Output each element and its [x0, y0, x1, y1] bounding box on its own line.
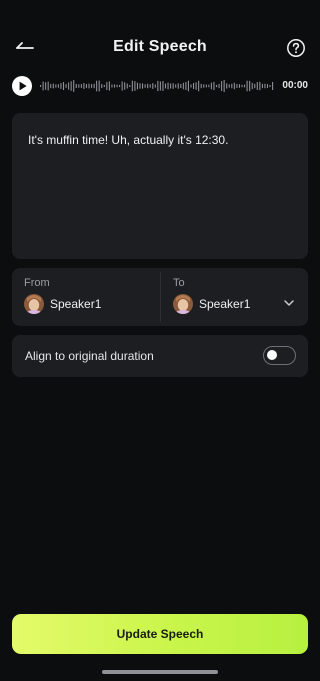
update-speech-button[interactable]: Update Speech	[12, 614, 308, 654]
chevron-down-icon[interactable]	[282, 296, 296, 310]
to-speaker-dropdown[interactable]: To Speaker1	[161, 268, 308, 326]
to-speaker-name: Speaker1	[199, 297, 251, 311]
home-indicator	[102, 670, 218, 674]
to-speaker: Speaker1	[173, 293, 250, 315]
align-duration-toggle[interactable]	[263, 346, 296, 365]
speech-text-card[interactable]: It's muffin time! Uh, actually it's 12:3…	[12, 113, 308, 259]
align-duration-label: Align to original duration	[25, 349, 154, 363]
from-speaker: Speaker1	[24, 293, 101, 315]
from-speaker-section: From Speaker1	[12, 268, 160, 326]
audio-player: 00:00	[12, 74, 308, 98]
waveform[interactable]	[38, 74, 276, 98]
to-label: To	[173, 277, 185, 289]
align-duration-row: Align to original duration	[12, 335, 308, 377]
from-label: From	[24, 277, 50, 289]
page-title: Edit Speech	[113, 38, 207, 55]
play-icon	[19, 81, 27, 91]
avatar	[173, 294, 193, 314]
playback-time: 00:00	[282, 80, 308, 91]
avatar	[24, 294, 44, 314]
play-button[interactable]	[12, 76, 32, 96]
toggle-knob	[267, 350, 277, 360]
update-speech-label: Update Speech	[116, 627, 204, 641]
speech-text[interactable]: It's muffin time! Uh, actually it's 12:3…	[28, 132, 294, 148]
help-button[interactable]	[286, 38, 306, 58]
speaker-selector: From Speaker1 To Speaker1	[12, 268, 308, 326]
help-circle-icon	[287, 39, 305, 57]
from-speaker-name: Speaker1	[50, 297, 102, 311]
